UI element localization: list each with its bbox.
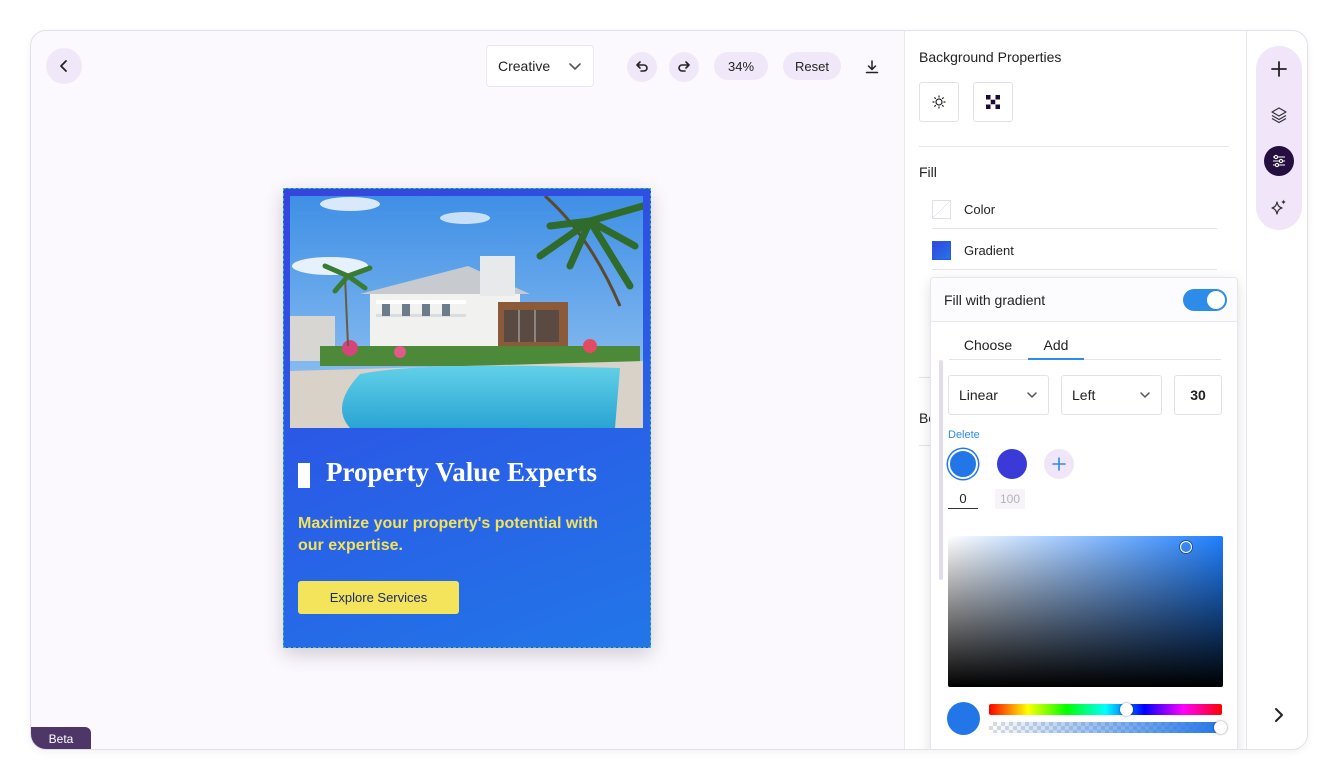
- sparkle-icon: [1271, 199, 1286, 215]
- fill-option-label: Color: [964, 202, 996, 217]
- selected-color-preview: [947, 702, 980, 735]
- active-tab-indicator: [1028, 358, 1084, 360]
- plus-icon: [1271, 61, 1287, 77]
- editor-window: Creative 34% Reset Property Value Expert…: [30, 30, 1308, 750]
- gradient-type-select[interactable]: Linear: [948, 375, 1049, 415]
- fill-option-color[interactable]: Color: [932, 191, 1217, 229]
- reset-button[interactable]: Reset: [783, 52, 841, 80]
- mode-select-value: Creative: [498, 58, 551, 74]
- tool-rail: [1246, 31, 1307, 749]
- gradient-popover: Fill with gradient Choose Add Linear Lef…: [930, 277, 1238, 749]
- chevron-down-icon: [569, 63, 581, 71]
- workspace: Creative 34% Reset Property Value Expert…: [31, 31, 904, 749]
- creative-subheadline[interactable]: Maximize your property's potential with …: [298, 513, 628, 557]
- popover-scrollbar[interactable]: [939, 360, 943, 580]
- zoom-level[interactable]: 34%: [714, 52, 768, 80]
- delete-stop-link[interactable]: Delete: [948, 429, 980, 441]
- beta-badge: Beta: [31, 727, 91, 749]
- transparency-button[interactable]: [973, 82, 1013, 122]
- toggle-knob: [1207, 291, 1225, 309]
- gradient-stop-1[interactable]: [948, 449, 978, 479]
- mode-select[interactable]: Creative: [486, 45, 594, 87]
- fill-option-label: Gradient: [964, 243, 1014, 258]
- color-swatch: [932, 200, 951, 219]
- gradient-stop-2[interactable]: [997, 449, 1027, 479]
- gradient-toggle[interactable]: [1183, 289, 1227, 311]
- creative-headline[interactable]: Property Value Experts: [326, 457, 597, 488]
- undo-icon: [636, 61, 648, 72]
- redo-icon: [678, 61, 690, 72]
- ai-magic-button[interactable]: [1264, 192, 1294, 222]
- plus-icon: [1052, 457, 1066, 471]
- brightness-button[interactable]: [919, 82, 959, 122]
- download-button[interactable]: [858, 53, 886, 81]
- stop-1-position-input[interactable]: 0: [948, 489, 978, 509]
- tab-choose[interactable]: Choose: [953, 330, 1023, 360]
- hue-slider-knob[interactable]: [1119, 703, 1133, 716]
- headline-accent-bar: [298, 463, 310, 488]
- house-pool-image: [290, 196, 643, 428]
- brightness-icon: [932, 95, 946, 109]
- fill-section-title: Fill: [919, 164, 937, 180]
- gradient-direction-select[interactable]: Left: [1061, 375, 1162, 415]
- picker-handle[interactable]: [1180, 541, 1192, 553]
- chevron-down-icon: [1027, 392, 1037, 399]
- explore-services-button[interactable]: Explore Services: [298, 581, 459, 614]
- chevron-down-icon: [1140, 392, 1150, 399]
- stop-2-position-input[interactable]: 100: [995, 489, 1025, 509]
- gradient-popover-header: Fill with gradient: [931, 278, 1237, 322]
- add-stop-button[interactable]: [1044, 449, 1074, 479]
- gradient-direction-value: Left: [1072, 387, 1096, 403]
- gradient-angle-input[interactable]: 30: [1174, 375, 1222, 415]
- chevron-left-icon: [60, 60, 67, 72]
- tabs-underline: [949, 359, 1221, 360]
- tool-rail-group: [1256, 46, 1302, 230]
- back-button[interactable]: [46, 48, 82, 84]
- layers-button[interactable]: [1264, 100, 1294, 130]
- hue-slider[interactable]: [989, 703, 1222, 716]
- fill-option-gradient[interactable]: Gradient: [932, 232, 1217, 270]
- gradient-swatch: [932, 241, 951, 260]
- creative-canvas[interactable]: Property Value Experts Maximize your pro…: [283, 188, 651, 648]
- download-icon: [865, 60, 879, 74]
- layers-icon: [1271, 107, 1287, 124]
- property-photo[interactable]: [290, 196, 643, 428]
- saturation-value-picker[interactable]: [948, 536, 1223, 687]
- checkerboard-icon: [986, 95, 1000, 109]
- gradient-type-value: Linear: [959, 387, 998, 403]
- tab-add[interactable]: Add: [1028, 330, 1084, 360]
- adjustments-button[interactable]: [1264, 146, 1294, 176]
- next-button[interactable]: [1265, 701, 1293, 729]
- chevron-right-icon: [1275, 708, 1283, 722]
- section-divider: [919, 146, 1229, 147]
- gradient-popover-title: Fill with gradient: [944, 291, 1046, 308]
- alpha-slider[interactable]: [989, 721, 1227, 734]
- undo-button[interactable]: [627, 52, 657, 82]
- add-element-button[interactable]: [1264, 54, 1294, 84]
- redo-button[interactable]: [669, 52, 699, 82]
- panel-title: Background Properties: [919, 49, 1062, 65]
- alpha-slider-knob[interactable]: [1213, 721, 1227, 734]
- sliders-icon: [1273, 154, 1285, 168]
